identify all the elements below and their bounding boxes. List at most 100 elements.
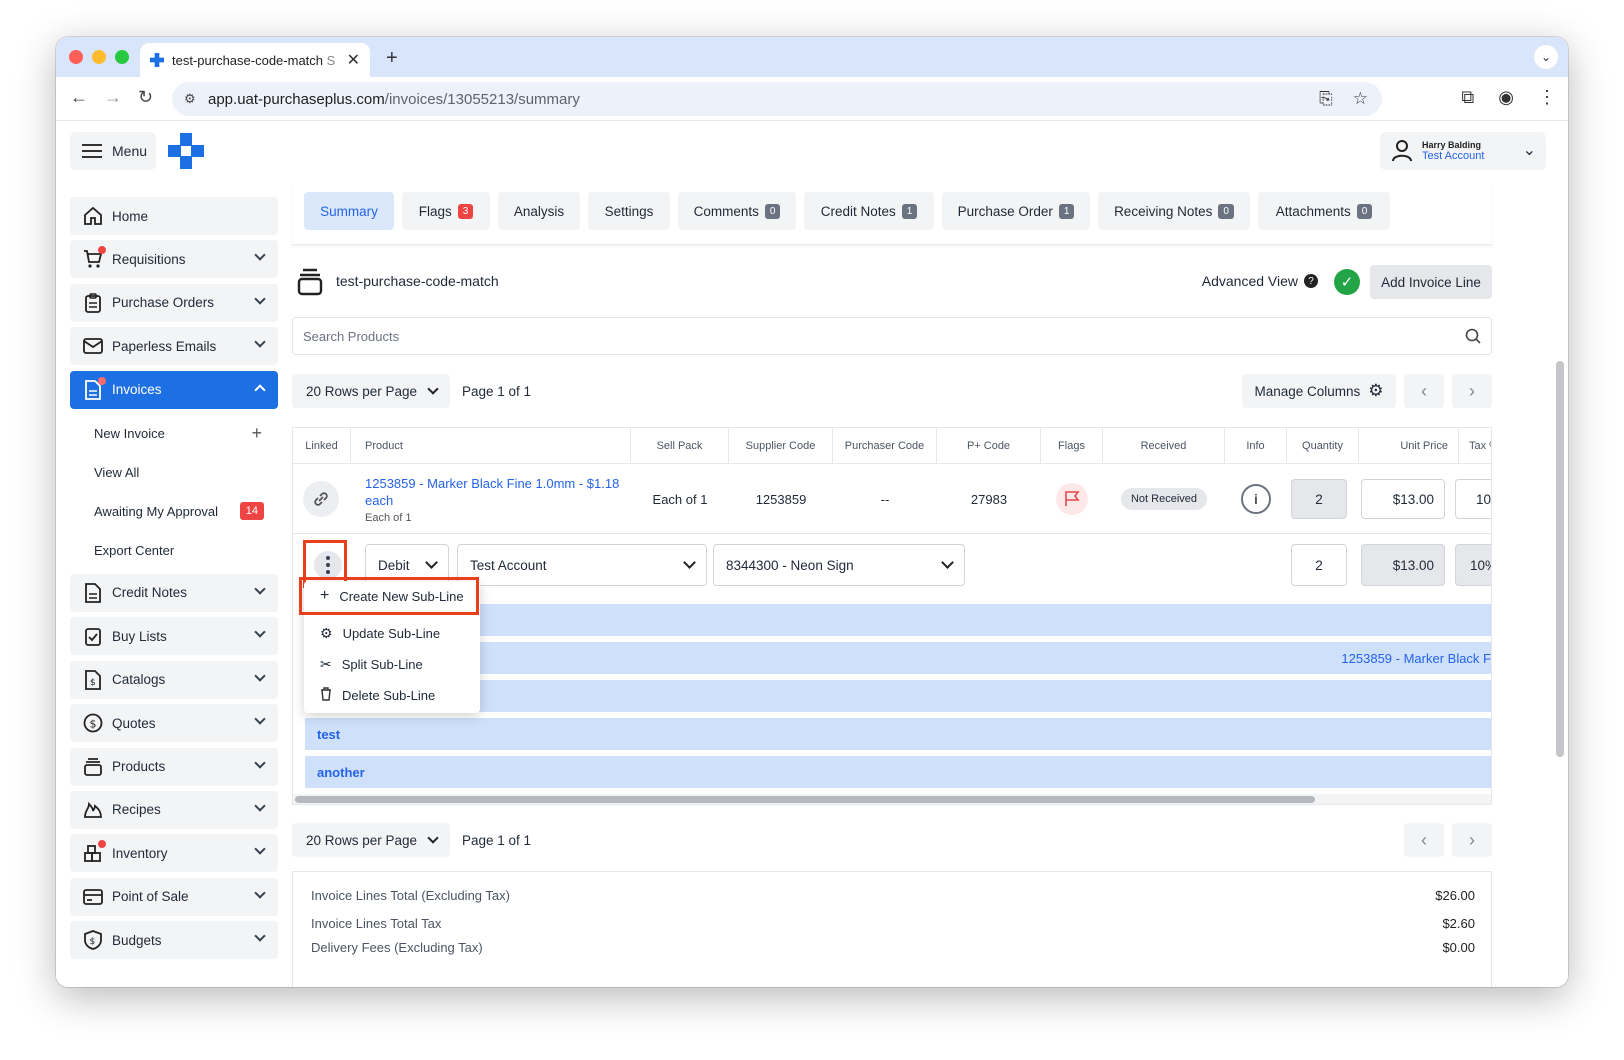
- new-tab-icon[interactable]: +: [386, 47, 398, 70]
- address-bar[interactable]: ⚙ app.uat-purchaseplus.com/invoices/1305…: [172, 82, 1382, 116]
- tab-settings[interactable]: Settings: [588, 192, 670, 230]
- purchaseplus-logo[interactable]: [168, 133, 204, 169]
- sidebar-item-credit-notes[interactable]: Credit Notes: [70, 573, 278, 612]
- user-icon: [1392, 140, 1412, 162]
- bookmark-star-icon[interactable]: ☆: [1353, 89, 1368, 109]
- info-icon[interactable]: i: [1241, 484, 1271, 514]
- profile-icon[interactable]: ◉: [1498, 87, 1514, 108]
- products-icon: [297, 268, 323, 296]
- sidebar-item-purchase-orders[interactable]: Purchase Orders: [70, 283, 278, 322]
- status-badge: Not Received: [1120, 488, 1208, 510]
- search-products-input[interactable]: Search Products: [292, 317, 1492, 355]
- chevron-down-icon: [254, 887, 266, 899]
- home-icon: [82, 205, 104, 227]
- prev-page-button[interactable]: ‹: [1404, 374, 1444, 408]
- sidebar-item-point-of-sale[interactable]: Point of Sale: [70, 877, 278, 916]
- tab-receiving-notes[interactable]: Receiving Notes 0: [1098, 192, 1250, 230]
- kebab-menu-icon[interactable]: [314, 551, 342, 579]
- product-link[interactable]: 1253859 - Marker Black F: [1341, 651, 1491, 666]
- close-window-button[interactable]: [69, 50, 83, 64]
- tab-purchase-order[interactable]: Purchase Order 1: [942, 192, 1090, 230]
- tab-analysis[interactable]: Analysis: [498, 192, 580, 230]
- sidebar-item-quotes[interactable]: $ Quotes: [70, 704, 278, 743]
- advanced-view-toggle[interactable]: ✓: [1334, 269, 1360, 295]
- create-new-subline-item[interactable]: + Create New Sub-Line: [299, 577, 479, 615]
- delete-subline-item[interactable]: Delete Sub-Line: [304, 680, 480, 711]
- next-page-button[interactable]: ›: [1452, 823, 1492, 857]
- site-settings-icon[interactable]: ⚙: [184, 91, 196, 107]
- tab-title: test-purchase-code-match S: [172, 52, 336, 68]
- tab-summary[interactable]: Summary: [304, 192, 394, 230]
- plus-icon[interactable]: +: [251, 423, 262, 444]
- invoice-header: test-purchase-code-match Advanced View? …: [292, 265, 1492, 299]
- tax-field[interactable]: 10: [1455, 479, 1491, 519]
- sidebar-item-paperless-emails[interactable]: Paperless Emails: [70, 327, 278, 366]
- user-name: Harry Balding: [1422, 140, 1482, 150]
- prev-page-button[interactable]: ‹: [1404, 823, 1444, 857]
- flag-icon[interactable]: [1056, 483, 1088, 515]
- subline-band: test: [305, 718, 1491, 750]
- user-menu[interactable]: Harry Balding Test Account ⌄: [1380, 132, 1546, 170]
- unit-price-field[interactable]: $13.00: [1361, 479, 1445, 519]
- sidebar-item-products[interactable]: Products: [70, 747, 278, 786]
- manage-columns-button[interactable]: Manage Columns ⚙: [1242, 374, 1396, 408]
- rows-per-page-select[interactable]: 20 Rows per Page: [292, 823, 450, 857]
- subline-quantity-field[interactable]: 2: [1291, 544, 1347, 586]
- sidebar-item-catalogs[interactable]: $ Catalogs: [70, 660, 278, 699]
- tab-credit-notes[interactable]: Credit Notes 1: [804, 192, 934, 230]
- forward-icon[interactable]: →: [104, 87, 122, 108]
- tab-search-icon[interactable]: ⌄: [1534, 45, 1558, 69]
- maximize-window-button[interactable]: [115, 50, 129, 64]
- reload-icon[interactable]: ↻: [138, 87, 153, 108]
- sidebar-subitem-export-center[interactable]: Export Center: [70, 531, 278, 570]
- column-header: Sell Pack: [631, 428, 729, 464]
- rows-per-page-select[interactable]: 20 Rows per Page: [292, 374, 450, 408]
- count-badge: 1: [1058, 203, 1075, 219]
- scrollbar-thumb[interactable]: [295, 796, 1315, 803]
- tab-flags[interactable]: Flags 3: [402, 192, 490, 230]
- browser-menu-icon[interactable]: ⋮: [1538, 87, 1556, 108]
- minimize-window-button[interactable]: [92, 50, 106, 64]
- sidebar-item-buy-lists[interactable]: Buy Lists: [70, 617, 278, 656]
- add-invoice-line-button[interactable]: Add Invoice Line: [1370, 265, 1492, 299]
- document-icon: [82, 582, 104, 604]
- chevron-down-icon: [254, 843, 266, 855]
- total-row: Invoice Lines Total Tax $2.60: [311, 916, 1475, 931]
- subline-tax-field[interactable]: 10%: [1455, 544, 1491, 586]
- quantity-field[interactable]: 2: [1291, 479, 1347, 519]
- account-select[interactable]: Test Account: [457, 544, 707, 586]
- sidebar-item-budgets[interactable]: $ Budgets: [70, 921, 278, 960]
- sidebar-item-requisitions[interactable]: Requisitions: [70, 240, 278, 279]
- update-subline-item[interactable]: ⚙ Update Sub-Line: [304, 618, 480, 649]
- sidebar-subitem-view-all[interactable]: View All: [70, 453, 278, 492]
- sidebar-item-home[interactable]: Home: [70, 197, 278, 235]
- split-subline-item[interactable]: ✂ Split Sub-Line: [304, 649, 480, 680]
- translate-icon[interactable]: ⎘: [1319, 89, 1333, 109]
- tab-comments[interactable]: Comments 0: [678, 192, 796, 230]
- back-icon[interactable]: ←: [70, 87, 88, 108]
- help-icon[interactable]: ?: [1304, 274, 1318, 288]
- column-header: Quantity: [1287, 428, 1359, 464]
- sidebar-item-invoices[interactable]: Invoices: [70, 370, 278, 409]
- chevron-down-icon: [254, 626, 266, 639]
- subline-band: [305, 680, 1491, 712]
- sidebar-item-recipes[interactable]: Recipes: [70, 790, 278, 829]
- vertical-scrollbar[interactable]: [1556, 361, 1564, 757]
- sidebar-subitem-new-invoice[interactable]: New Invoice +: [70, 414, 278, 453]
- tab-attachments[interactable]: Attachments 0: [1258, 192, 1390, 230]
- next-page-button[interactable]: ›: [1452, 374, 1492, 408]
- subline-unit-price-field[interactable]: $13.00: [1361, 544, 1445, 586]
- sidebar-subitem-awaiting-approval[interactable]: Awaiting My Approval 14: [70, 492, 278, 531]
- browser-tab[interactable]: test-purchase-code-match S ✕: [140, 43, 370, 77]
- sidebar-subitem-label: Export Center: [94, 542, 175, 558]
- close-tab-icon[interactable]: ✕: [347, 50, 360, 70]
- product-link[interactable]: 1253859 - Marker Black Fine 1.0mm - $1.1…: [365, 475, 621, 509]
- menu-button[interactable]: Menu: [70, 132, 156, 170]
- link-icon[interactable]: [303, 481, 339, 517]
- extensions-icon[interactable]: ⧉: [1461, 87, 1474, 108]
- column-header: Flags: [1041, 428, 1103, 464]
- sidebar-item-inventory[interactable]: Inventory: [70, 834, 278, 873]
- account-code-select[interactable]: 8344300 - Neon Sign: [713, 544, 965, 586]
- horizontal-scrollbar[interactable]: [293, 794, 1491, 804]
- column-header: Received: [1103, 428, 1225, 464]
